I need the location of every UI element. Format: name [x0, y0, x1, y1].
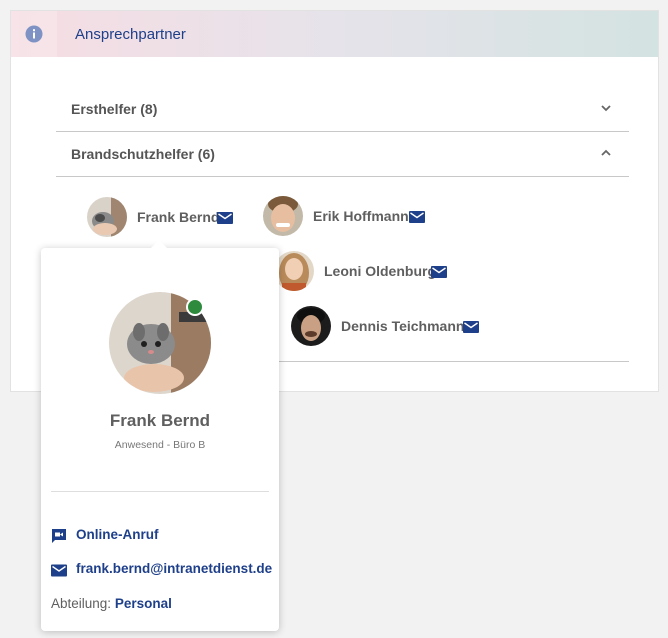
mail-icon[interactable]	[217, 212, 233, 224]
avatar	[291, 306, 331, 346]
mail-icon[interactable]	[463, 321, 479, 333]
person-item[interactable]: Erik Hoffmann	[263, 196, 443, 238]
info-tile	[11, 11, 57, 57]
profile-popover: Frank Bernd Anwesend - Büro B Online-Anr…	[41, 240, 279, 631]
online-call-label: Online-Anruf	[76, 527, 159, 542]
chevron-up-icon	[601, 149, 611, 156]
profile-status: Anwesend - Büro B	[114, 439, 206, 451]
accordion-label: Brandschutzhelfer (6)	[71, 146, 215, 162]
mail-icon	[51, 564, 67, 577]
department-label: Abteilung:	[51, 596, 112, 611]
info-icon	[25, 25, 43, 43]
popover-arrow	[151, 240, 167, 248]
online-call-link[interactable]: Online-Anruf	[51, 527, 251, 545]
person-item[interactable]: Dennis Teichmann	[291, 306, 491, 348]
accordion-label: Ersthelfer (8)	[71, 101, 158, 117]
divider	[51, 491, 269, 492]
person-name: Frank Bernd	[137, 209, 220, 225]
person-item[interactable]: Leoni Oldenburg	[274, 251, 464, 293]
mail-icon[interactable]	[431, 266, 447, 278]
person-item[interactable]: Frank Bernd	[87, 197, 237, 239]
person-name: Leoni Oldenburg	[324, 263, 436, 279]
card-header: Ansprechpartner	[11, 11, 658, 57]
accordion-brandschutzhelfer[interactable]: Brandschutzhelfer (6)	[56, 132, 629, 177]
chevron-down-icon	[601, 105, 611, 112]
mail-icon[interactable]	[409, 211, 425, 223]
accordion-ersthelfer[interactable]: Ersthelfer (8)	[56, 87, 629, 132]
department-link[interactable]: Personal	[115, 596, 172, 611]
avatar	[274, 251, 314, 291]
video-chat-icon	[52, 529, 66, 543]
online-status-indicator	[186, 298, 204, 316]
person-name: Erik Hoffmann	[313, 208, 409, 224]
profile-name: Frank Bernd	[109, 411, 211, 430]
department-info: Abteilung: Personal	[51, 596, 172, 611]
email-address: frank.bernd@intranetdienst.de	[76, 561, 273, 576]
avatar	[87, 197, 127, 237]
page-title: Ansprechpartner	[75, 26, 186, 43]
person-name: Dennis Teichmann	[341, 318, 465, 334]
email-link[interactable]: frank.bernd@intranetdienst.de	[51, 561, 276, 579]
avatar	[263, 196, 303, 236]
